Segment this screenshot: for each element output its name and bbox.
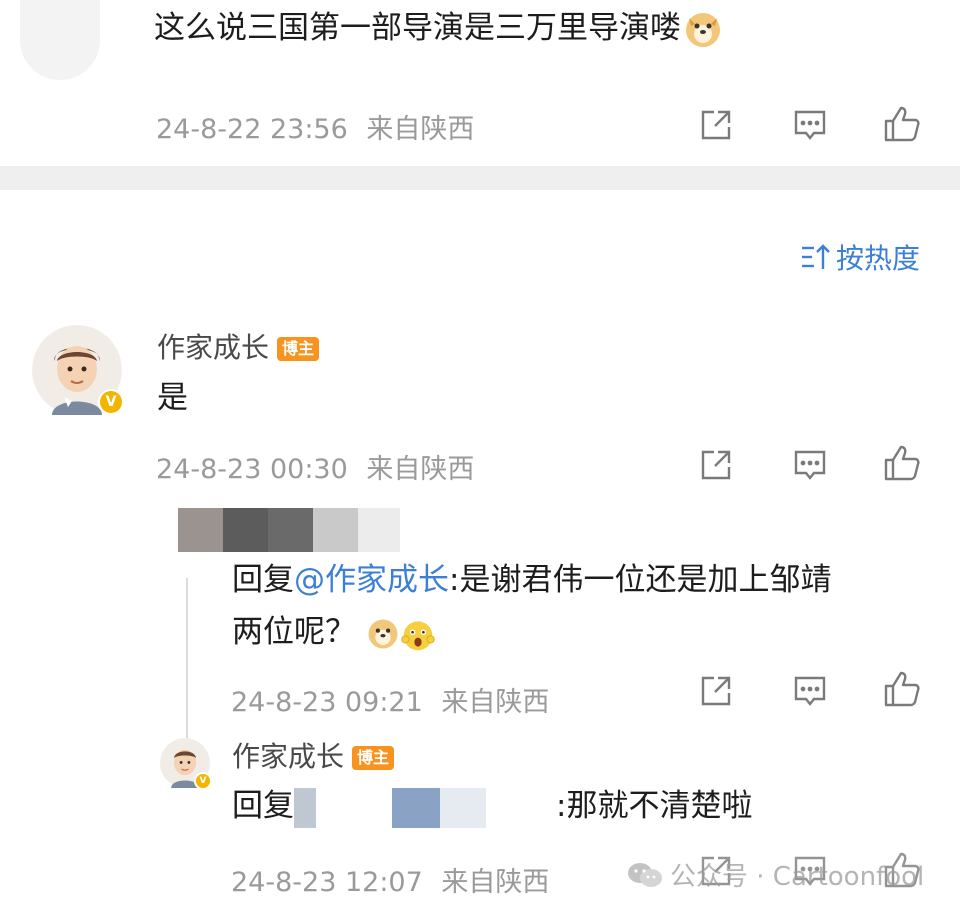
- location: 来自陕西: [441, 687, 550, 718]
- sub-reply-text: 回复 :那就不清楚啦: [232, 786, 752, 828]
- avatar[interactable]: [20, 0, 100, 80]
- doge-emoji-icon: [683, 10, 723, 50]
- comment-body: 这么说三国第一部导演是三万里导演喽: [154, 10, 681, 46]
- redacted-username: [178, 508, 400, 552]
- share-icon[interactable]: [698, 107, 734, 143]
- reply-body: :那就不清楚啦: [556, 788, 753, 824]
- like-icon[interactable]: [882, 104, 922, 144]
- share-icon[interactable]: [698, 673, 734, 709]
- reply-meta: 24-8-23 00:30 来自陕西: [156, 447, 474, 486]
- timestamp: 24-8-22 23:56: [156, 114, 348, 145]
- sub-reply-meta: 24-8-23 09:21 来自陕西: [231, 680, 549, 719]
- author-name[interactable]: 作家成长: [157, 331, 269, 364]
- reply-prefix: 回复: [232, 562, 294, 598]
- verified-badge-icon: V: [98, 389, 124, 415]
- author-row: 作家成长 博主: [157, 326, 320, 366]
- comment-icon[interactable]: [792, 447, 828, 483]
- share-icon[interactable]: [698, 447, 734, 483]
- thread-line: [186, 578, 188, 738]
- author-name[interactable]: 作家成长: [232, 740, 344, 773]
- comment-meta: 24-8-22 23:56 来自陕西: [156, 107, 474, 146]
- blogger-badge: 博主: [352, 746, 395, 770]
- sub-reply-text-line2: 两位呢？: [232, 612, 436, 652]
- sub-reply-meta: 24-8-23 12:07 来自陕西: [231, 860, 549, 899]
- timestamp: 24-8-23 09:21: [231, 687, 423, 718]
- author-avatar[interactable]: V: [32, 325, 124, 415]
- reply-text: 是: [157, 380, 188, 416]
- location: 来自陕西: [366, 114, 475, 145]
- comment-text: 这么说三国第一部导演是三万里导演喽: [154, 8, 723, 50]
- sub-reply-text: 回复@作家成长:是谢君伟一位还是加上邹靖: [232, 560, 831, 600]
- comment-icon[interactable]: [792, 673, 828, 709]
- timestamp: 24-8-23 12:07: [231, 867, 423, 898]
- shocked-emoji-icon: [400, 616, 436, 652]
- like-icon[interactable]: [882, 669, 922, 709]
- doge-emoji-icon: [366, 617, 400, 651]
- author-avatar-small[interactable]: V: [160, 738, 212, 790]
- verified-badge-icon: V: [194, 772, 212, 790]
- author-row: 作家成长 博主: [232, 735, 395, 775]
- blogger-badge: 博主: [277, 337, 320, 361]
- comment-icon[interactable]: [792, 107, 828, 143]
- reply-body-line1: :是谢君伟一位还是加上邹靖: [449, 562, 832, 598]
- timestamp: 24-8-23 00:30: [156, 454, 348, 485]
- wechat-icon: [626, 860, 664, 890]
- sort-control[interactable]: 按热度: [800, 240, 921, 275]
- location: 来自陕西: [366, 454, 475, 485]
- like-icon[interactable]: [882, 443, 922, 483]
- sort-label: 按热度: [836, 242, 921, 275]
- reply-prefix: 回复: [232, 788, 294, 824]
- redacted-mention: [294, 787, 556, 828]
- location: 来自陕西: [441, 867, 550, 898]
- watermark: 公众号 · Cartoonfool: [626, 856, 924, 893]
- top-comment: 这么说三国第一部导演是三万里导演喽 24-8-22 23:56 来自陕西: [0, 0, 960, 166]
- mention-link[interactable]: @作家成长: [294, 562, 449, 598]
- watermark-text: 公众号 · Cartoonfool: [670, 862, 925, 892]
- sort-icon: [800, 242, 832, 272]
- section-divider: [0, 166, 960, 190]
- reply-body-line2: 两位呢？: [232, 614, 356, 650]
